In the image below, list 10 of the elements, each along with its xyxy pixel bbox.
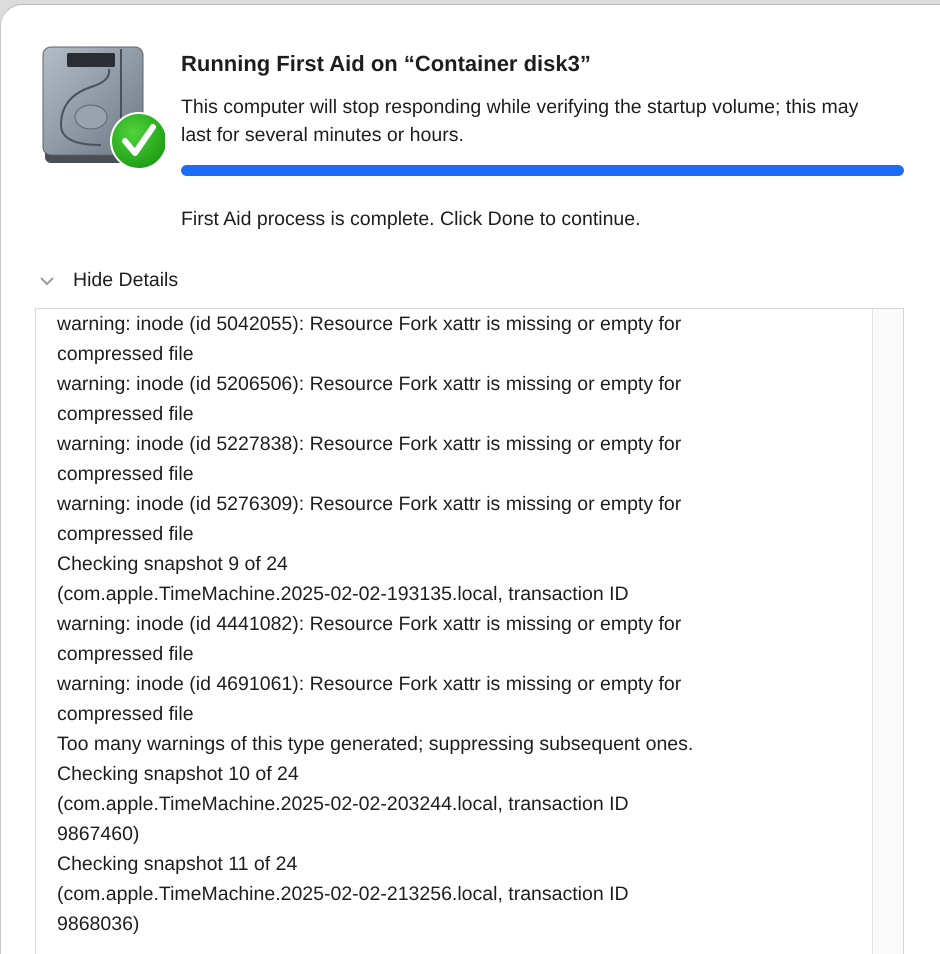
log-entry: Checking snapshot 11 of 24 (com.apple.TimeMachine.2025-02-02-213256.local, transaction ID 9868036) (57, 852, 630, 937)
dialog-title: Running First Aid on “Container disk3” (181, 51, 592, 77)
status-text: First Aid process is complete. Click Done to continue. (181, 208, 642, 231)
log-entry: warning: inode (id 5276309): Resource Fork xattr is missing or empty for compressed file (57, 492, 682, 547)
log-entry: Too many warnings of this type generated; suppressing subsequent ones. (57, 732, 694, 757)
dialog-message: This computer will stop responding while verifying the startup volume; this may last for several minutes or hours. (181, 95, 860, 148)
log-entry: warning: inode (id 4691061): Resource Fork xattr is missing or empty for compressed file (57, 672, 682, 727)
chevron-icon (39, 276, 55, 286)
log-entry: Checking snapshot 10 of 24 (com.apple.TimeMachine.2025-02-02-203244.local, transaction ID 9867460) (57, 762, 630, 847)
details-toggle[interactable]: Hide Details (39, 269, 178, 292)
